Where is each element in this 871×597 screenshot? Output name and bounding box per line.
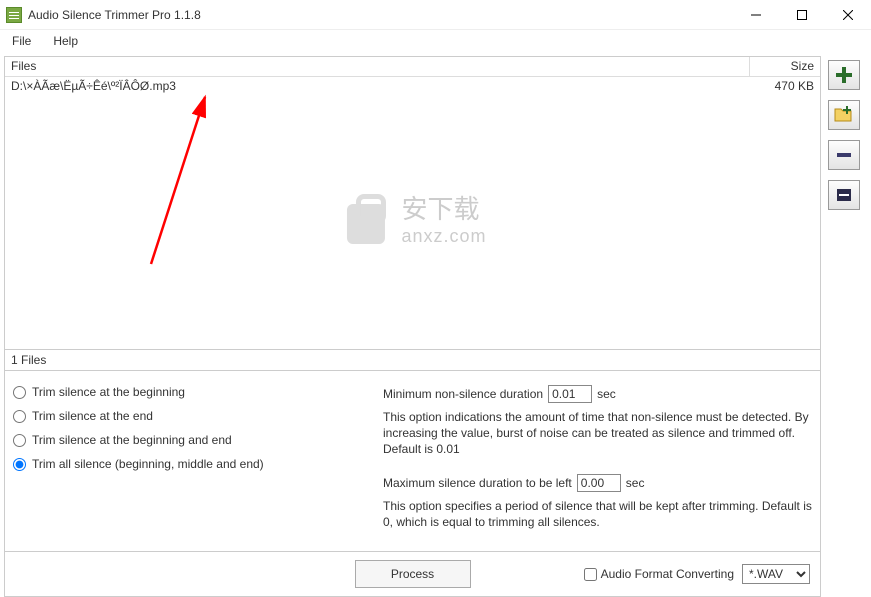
process-button[interactable]: Process — [355, 560, 471, 588]
minus-icon — [835, 146, 853, 164]
menu-file[interactable]: File — [8, 34, 35, 48]
minimize-button[interactable] — [733, 0, 779, 30]
remove-button[interactable] — [828, 140, 860, 170]
radio-input[interactable] — [13, 458, 26, 471]
file-list[interactable]: Files Size D:\×ÀÃæ\ËµÃ÷Êé\º²ÏÂÔØ.mp3 470… — [5, 57, 820, 349]
title-bar: Audio Silence Trimmer Pro 1.1.8 — [0, 0, 871, 30]
min-duration-desc: This option indications the amount of ti… — [383, 409, 812, 458]
radio-input[interactable] — [13, 434, 26, 447]
radio-trim-beginning[interactable]: Trim silence at the beginning — [13, 385, 383, 399]
app-icon — [6, 7, 22, 23]
clear-icon — [835, 186, 853, 204]
table-row[interactable]: D:\×ÀÃæ\ËµÃ÷Êé\º²ÏÂÔØ.mp3 470 KB — [5, 77, 820, 95]
max-duration-desc: This option specifies a period of silenc… — [383, 498, 812, 530]
add-folder-button[interactable] — [828, 100, 860, 130]
format-convert-checkbox[interactable]: Audio Format Converting — [584, 567, 734, 581]
trim-mode-group: Trim silence at the beginning Trim silen… — [13, 385, 383, 543]
min-duration-input[interactable] — [548, 385, 592, 403]
close-button[interactable] — [825, 0, 871, 30]
radio-label: Trim silence at the beginning and end — [32, 433, 232, 447]
radio-input[interactable] — [13, 410, 26, 423]
radio-label: Trim silence at the end — [32, 409, 153, 423]
add-file-button[interactable] — [828, 60, 860, 90]
file-list-header: Files Size — [5, 57, 820, 77]
sec-label: sec — [626, 476, 645, 490]
format-convert-label: Audio Format Converting — [601, 567, 734, 581]
max-duration-label: Maximum silence duration to be left — [383, 476, 572, 490]
max-duration-input[interactable] — [577, 474, 621, 492]
file-size: 470 KB — [750, 77, 820, 95]
maximize-button[interactable] — [779, 0, 825, 30]
format-select[interactable]: *.WAV — [742, 564, 810, 584]
watermark-icon — [338, 190, 393, 245]
radio-trim-all[interactable]: Trim all silence (beginning, middle and … — [13, 457, 383, 471]
remove-all-button[interactable] — [828, 180, 860, 210]
watermark-line1: 安下载 — [401, 189, 486, 226]
radio-input[interactable] — [13, 386, 26, 399]
min-duration-label: Minimum non-silence duration — [383, 387, 543, 401]
col-files[interactable]: Files — [5, 57, 750, 76]
radio-label: Trim all silence (beginning, middle and … — [32, 457, 264, 471]
radio-label: Trim silence at the beginning — [32, 385, 185, 399]
checkbox-input[interactable] — [584, 568, 597, 581]
watermark: 安下载 anxz.com — [338, 189, 486, 247]
sec-label: sec — [597, 387, 616, 401]
menu-help[interactable]: Help — [49, 34, 82, 48]
folder-plus-icon — [834, 106, 854, 124]
watermark-line2: anxz.com — [401, 226, 486, 247]
arrow-annotation — [145, 89, 225, 269]
col-size[interactable]: Size — [750, 57, 820, 76]
window-title: Audio Silence Trimmer Pro 1.1.8 — [28, 8, 733, 22]
side-toolbar — [821, 56, 867, 597]
file-path: D:\×ÀÃæ\ËµÃ÷Êé\º²ÏÂÔØ.mp3 — [5, 77, 750, 95]
menu-bar: File Help — [0, 30, 871, 52]
radio-trim-beginning-end[interactable]: Trim silence at the beginning and end — [13, 433, 383, 447]
file-count-status: 1 Files — [5, 349, 820, 371]
radio-trim-end[interactable]: Trim silence at the end — [13, 409, 383, 423]
plus-icon — [835, 66, 853, 84]
